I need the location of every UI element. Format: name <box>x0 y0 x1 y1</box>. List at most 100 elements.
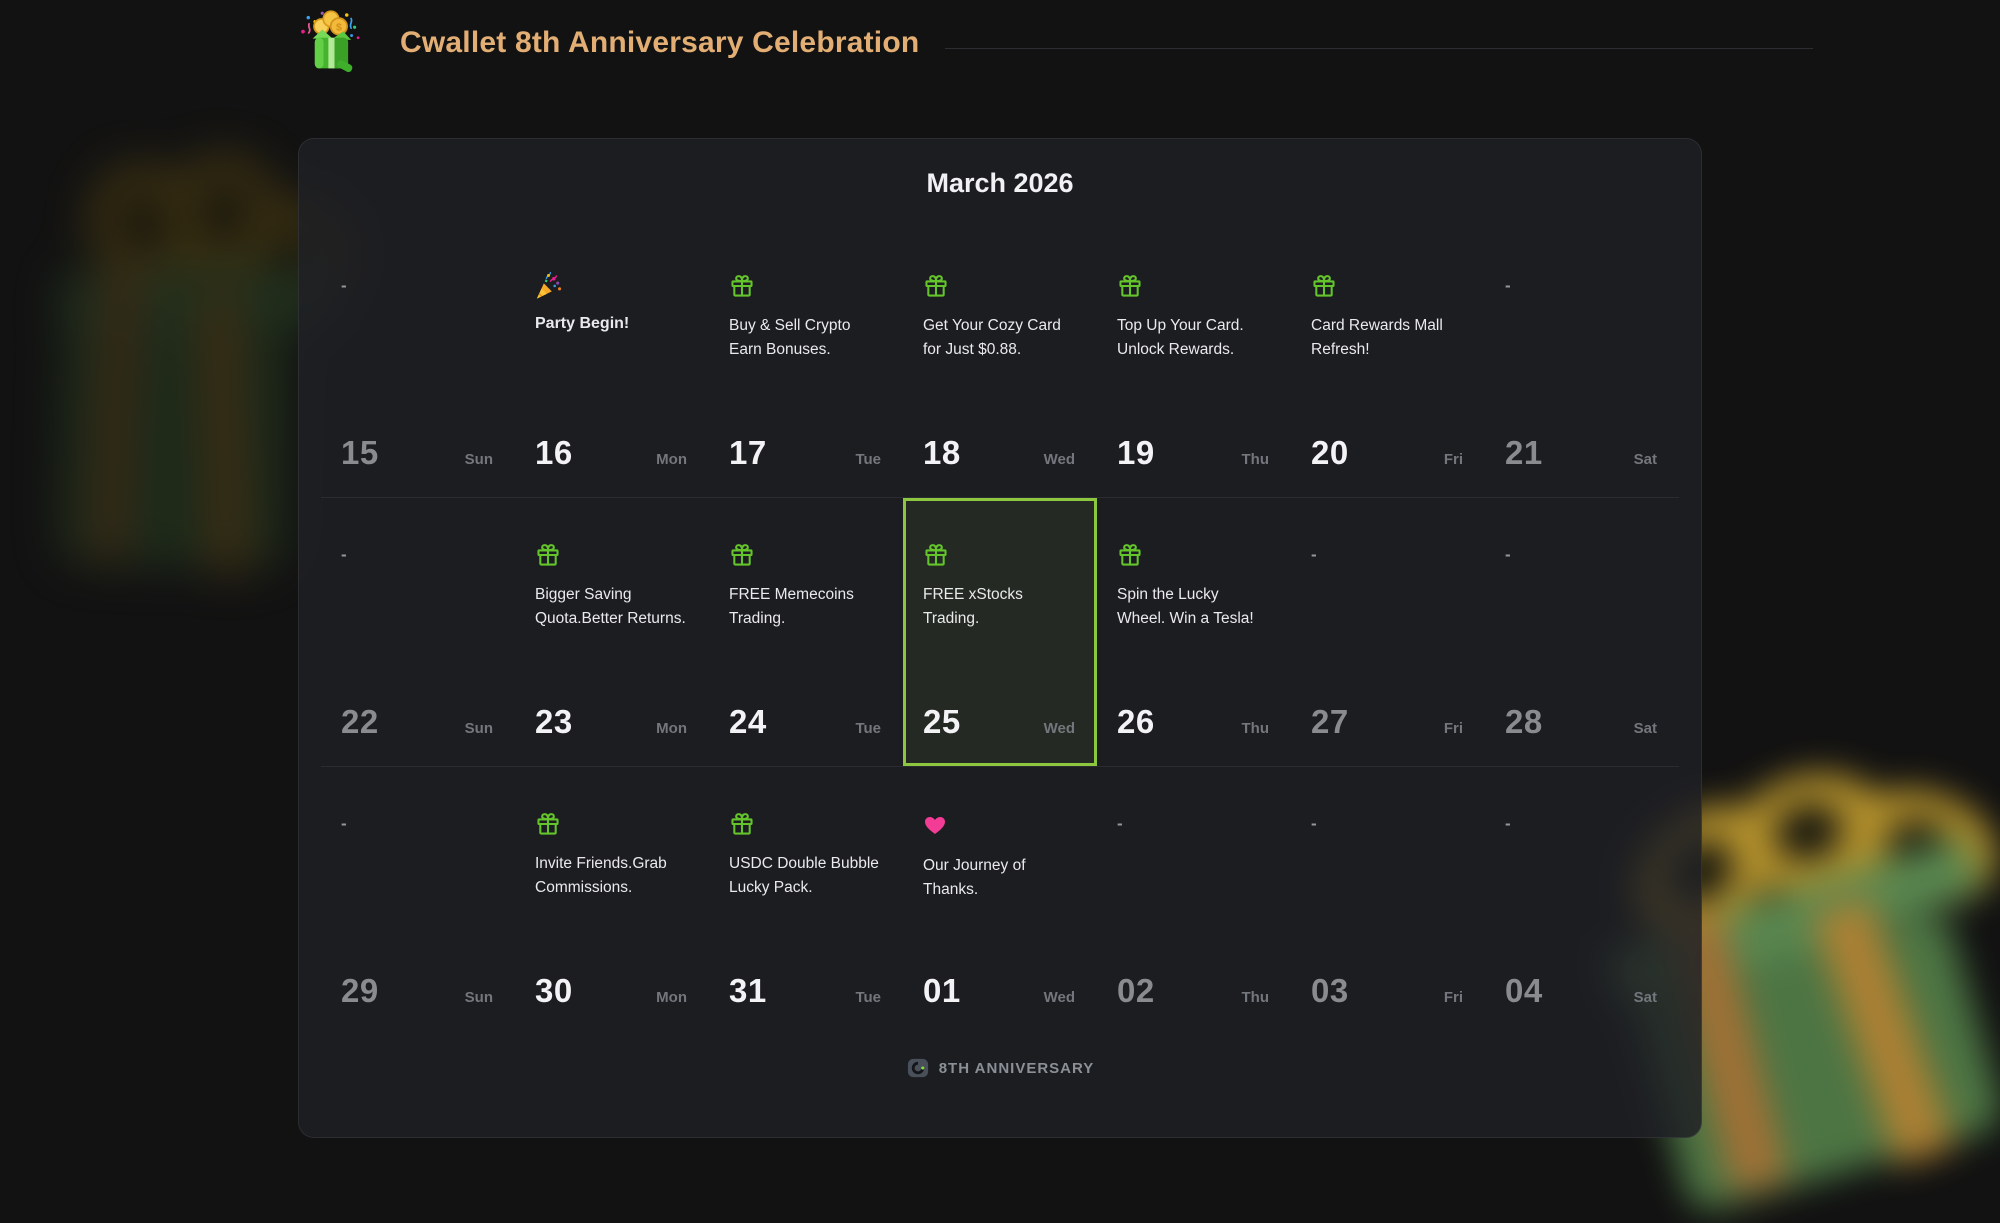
day-cell-03: - 03 Fri <box>1291 767 1485 1035</box>
date-number: 25 <box>923 702 961 742</box>
weekday-label: Fri <box>1444 989 1463 1006</box>
calendar-card: March 2026 - 15 Sun Party Begin! 16 Mon <box>298 138 1702 1138</box>
event-title: FREE Memecoins Trading. <box>729 583 881 631</box>
gift-icon <box>729 542 881 572</box>
weekday-label: Sat <box>1634 451 1657 468</box>
weekday-label: Fri <box>1444 451 1463 468</box>
day-cell-30[interactable]: Invite Friends.Grab Commissions. 30 Mon <box>515 767 709 1035</box>
weekday-label: Sat <box>1634 720 1657 737</box>
month-title: March 2026 <box>321 165 1679 201</box>
date-number: 30 <box>535 971 573 1011</box>
no-event-dash: - <box>341 811 493 837</box>
day-cell-27: - 27 Fri <box>1291 498 1485 766</box>
day-cell-26[interactable]: Spin the Lucky Wheel. Win a Tesla! 26 Th… <box>1097 498 1291 766</box>
gift-icon <box>535 811 687 841</box>
date-number: 26 <box>1117 702 1155 742</box>
gift-icon <box>535 542 687 572</box>
day-cell-15: - 15 Sun <box>321 229 515 497</box>
event-title: USDC Double Bubble Lucky Pack. <box>729 852 881 900</box>
date-number: 17 <box>729 433 767 473</box>
date-number: 27 <box>1311 702 1349 742</box>
weekday-label: Sun <box>465 451 493 468</box>
weekday-label: Sun <box>465 989 493 1006</box>
day-cell-29: - 29 Sun <box>321 767 515 1035</box>
event-title: Top Up Your Card. Unlock Rewards. <box>1117 314 1269 362</box>
weekday-label: Wed <box>1044 451 1075 468</box>
date-number: 18 <box>923 433 961 473</box>
gift-icon <box>923 273 1075 303</box>
weekday-label: Tue <box>855 451 881 468</box>
day-cell-25-selected[interactable]: FREE xStocks Trading. 25 Wed <box>903 498 1097 766</box>
gift-icon <box>1117 542 1269 572</box>
day-cell-21: - 21 Sat <box>1485 229 1679 497</box>
no-event-dash: - <box>1311 811 1463 837</box>
date-number: 31 <box>729 971 767 1011</box>
day-cell-23[interactable]: Bigger Saving Quota.Better Returns. 23 M… <box>515 498 709 766</box>
day-cell-31[interactable]: USDC Double Bubble Lucky Pack. 31 Tue <box>709 767 903 1035</box>
day-cell-19[interactable]: Top Up Your Card. Unlock Rewards. 19 Thu <box>1097 229 1291 497</box>
weekday-label: Sun <box>465 720 493 737</box>
gift-icon <box>729 273 881 303</box>
heart-icon <box>923 813 1075 843</box>
day-cell-16[interactable]: Party Begin! 16 Mon <box>515 229 709 497</box>
no-event-dash: - <box>1311 542 1463 568</box>
event-title: Card Rewards Mall Refresh! <box>1311 314 1463 362</box>
page-header: $ Cwallet 8th Anniversary Celebration <box>0 0 2000 86</box>
weekday-label: Fri <box>1444 720 1463 737</box>
weekday-label: Sat <box>1634 989 1657 1006</box>
date-number: 20 <box>1311 433 1349 473</box>
card-footer: 8TH ANNIVERSARY <box>321 1057 1679 1079</box>
day-cell-17[interactable]: Buy & Sell Crypto Earn Bonuses. 17 Tue <box>709 229 903 497</box>
header-divider <box>945 48 1813 49</box>
date-number: 29 <box>341 971 379 1011</box>
date-number: 04 <box>1505 971 1543 1011</box>
event-title: Buy & Sell Crypto Earn Bonuses. <box>729 314 881 362</box>
day-cell-22: - 22 Sun <box>321 498 515 766</box>
svg-text:$: $ <box>336 21 342 33</box>
week-row-3: - 29 Sun Invite Friends.Grab Commissions… <box>321 767 1679 1035</box>
date-number: 23 <box>535 702 573 742</box>
date-number: 21 <box>1505 433 1543 473</box>
weekday-label: Thu <box>1242 451 1270 468</box>
date-number: 22 <box>341 702 379 742</box>
day-cell-01[interactable]: Our Journey of Thanks. 01 Wed <box>903 767 1097 1035</box>
weekday-label: Mon <box>656 989 687 1006</box>
gift-box-celebration-icon: $ <box>296 7 366 79</box>
event-title: Party Begin! <box>535 312 687 336</box>
no-event-dash: - <box>1505 811 1657 837</box>
event-title: Invite Friends.Grab Commissions. <box>535 852 687 900</box>
event-title: Bigger Saving Quota.Better Returns. <box>535 583 687 631</box>
event-title: FREE xStocks Trading. <box>923 583 1075 631</box>
event-title: Our Journey of Thanks. <box>923 854 1075 902</box>
date-number: 02 <box>1117 971 1155 1011</box>
no-event-dash: - <box>341 542 493 568</box>
date-number: 24 <box>729 702 767 742</box>
weekday-label: Mon <box>656 720 687 737</box>
no-event-dash: - <box>1505 273 1657 299</box>
day-cell-24[interactable]: FREE Memecoins Trading. 24 Tue <box>709 498 903 766</box>
week-row-2: - 22 Sun Bigger Saving Quota.Better Retu… <box>321 498 1679 767</box>
gift-icon <box>1311 273 1463 303</box>
anniversary-label: 8TH ANNIVERSARY <box>939 1060 1095 1077</box>
date-number: 28 <box>1505 702 1543 742</box>
date-number: 19 <box>1117 433 1155 473</box>
weekday-label: Thu <box>1242 989 1270 1006</box>
gift-icon <box>1117 273 1269 303</box>
no-event-dash: - <box>1505 542 1657 568</box>
gift-icon <box>923 542 1075 572</box>
day-cell-28: - 28 Sat <box>1485 498 1679 766</box>
weekday-label: Tue <box>855 720 881 737</box>
weekday-label: Mon <box>656 451 687 468</box>
day-cell-02: - 02 Thu <box>1097 767 1291 1035</box>
page-title: Cwallet 8th Anniversary Celebration <box>400 26 919 60</box>
day-cell-20[interactable]: Card Rewards Mall Refresh! 20 Fri <box>1291 229 1485 497</box>
day-cell-18[interactable]: Get Your Cozy Card for Just $0.88. 18 We… <box>903 229 1097 497</box>
calendar-grid: - 15 Sun Party Begin! 16 Mon <box>321 229 1679 1035</box>
weekday-label: Thu <box>1242 720 1270 737</box>
date-number: 03 <box>1311 971 1349 1011</box>
date-number: 16 <box>535 433 573 473</box>
no-event-dash: - <box>341 273 493 299</box>
week-row-1: - 15 Sun Party Begin! 16 Mon <box>321 229 1679 498</box>
weekday-label: Wed <box>1044 989 1075 1006</box>
no-event-dash: - <box>1117 811 1269 837</box>
